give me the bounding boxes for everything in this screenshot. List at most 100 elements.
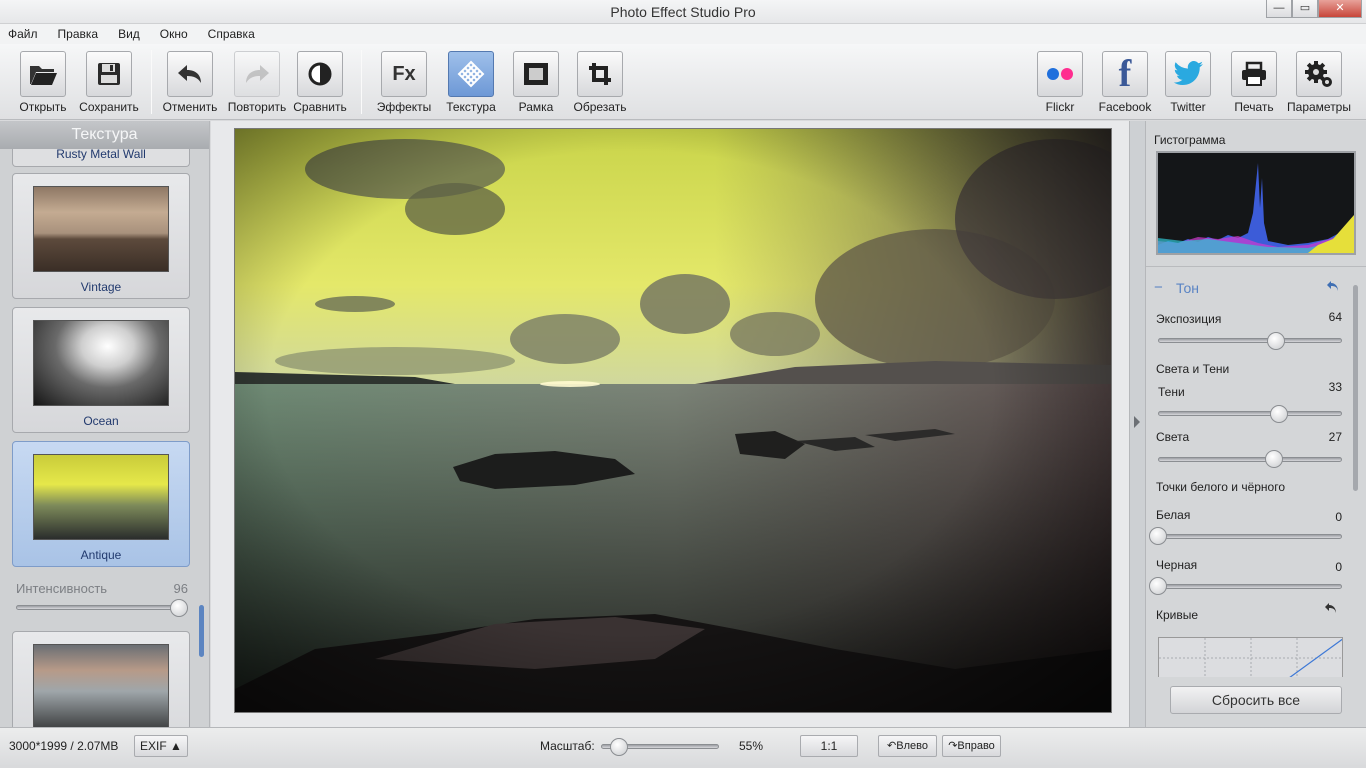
undo-arrow-icon (167, 51, 213, 97)
effects-button[interactable]: Fx Эффекты (369, 51, 439, 114)
texture-item-vintage[interactable]: Vintage (12, 173, 190, 299)
menu-view[interactable]: Вид (118, 27, 140, 41)
zoom-value: 55% (739, 739, 764, 753)
texture-item-label: Antique (80, 548, 122, 562)
highlights-label: Света (1156, 430, 1190, 444)
texture-item-label: Vintage (80, 280, 122, 294)
facebook-icon: f (1102, 51, 1148, 97)
intensity-value: 96 (173, 581, 188, 596)
texture-list[interactable]: Rusty Metal Wall Vintage Ocean Antique И… (0, 149, 209, 727)
undo-label: Отменить (162, 100, 218, 114)
highlights-slider-track[interactable] (1158, 457, 1342, 462)
redo-label: Повторить (227, 100, 287, 114)
intensity-label: Интенсивность (16, 581, 108, 596)
shadows-slider-track[interactable] (1158, 411, 1342, 416)
facebook-button[interactable]: f Facebook (1090, 51, 1160, 114)
menu-help[interactable]: Справка (208, 27, 255, 41)
exposure-slider-knob[interactable] (1266, 332, 1285, 350)
twitter-button[interactable]: Twitter (1153, 51, 1223, 114)
save-button[interactable]: Сохранить (74, 51, 144, 114)
texture-list-scrollbar[interactable] (199, 605, 204, 657)
crop-icon (577, 51, 623, 97)
save-label: Сохранить (79, 100, 139, 114)
flickr-button[interactable]: Flickr (1025, 51, 1095, 114)
twitter-bird-icon (1165, 51, 1211, 97)
open-button[interactable]: Открыть (8, 51, 78, 114)
rotate-right-button[interactable]: ↷Вправо (942, 735, 1001, 757)
black-point-slider-knob[interactable] (1149, 577, 1167, 595)
white-black-points-title: Точки белого и чёрного (1156, 480, 1286, 494)
settings-button[interactable]: Параметры (1284, 51, 1354, 114)
texture-item-rusty-metal-wall[interactable]: Rusty Metal Wall (12, 149, 190, 167)
exposure-slider-track[interactable] (1158, 338, 1342, 343)
settings-label: Параметры (1287, 100, 1351, 114)
shadows-slider-knob[interactable] (1270, 405, 1289, 423)
black-point-label: Черная (1156, 558, 1198, 572)
exposure-label: Экспозиция (1156, 312, 1222, 326)
redo-button[interactable]: Повторить (222, 51, 292, 114)
curves-graph[interactable] (1158, 637, 1343, 677)
crop-button[interactable]: Обрезать (565, 51, 635, 114)
texture-item-ocean[interactable]: Ocean (12, 307, 190, 433)
menu-edit[interactable]: Правка (58, 27, 99, 41)
texture-button[interactable]: Текстура (436, 51, 506, 114)
close-button[interactable]: ✕ (1318, 0, 1362, 18)
histogram (1156, 151, 1356, 255)
frame-icon (513, 51, 559, 97)
menu-window[interactable]: Окно (160, 27, 188, 41)
printer-icon (1231, 51, 1277, 97)
photo-preview[interactable] (234, 128, 1112, 713)
texture-panel-title: Текстура (0, 121, 209, 149)
maximize-button[interactable]: ▭ (1292, 0, 1318, 18)
highlights-slider-knob[interactable] (1264, 450, 1283, 468)
open-label: Открыть (19, 100, 67, 114)
adjustments-panel: Гистограмма − Тон Экспозиция 64 Света и … (1145, 121, 1366, 727)
tone-section-title[interactable]: Тон (1176, 280, 1199, 296)
menu-file[interactable]: Файл (8, 27, 38, 41)
texture-item-antique[interactable]: Antique (12, 441, 190, 567)
zoom-slider-knob[interactable] (610, 738, 629, 756)
intensity-slider-knob[interactable] (170, 599, 189, 617)
toolbar-separator (151, 50, 152, 114)
exif-button[interactable]: EXIF ▲ (134, 735, 188, 757)
adjustments-scrollbar[interactable] (1353, 285, 1358, 491)
ocean-thumbnail (33, 320, 169, 406)
texture-thumbnail (33, 644, 169, 727)
curves-reset-icon[interactable] (1324, 602, 1338, 616)
actual-size-button[interactable]: 1:1 (800, 735, 858, 757)
toolbar: Открыть Сохранить Отменить Повторить Сра… (0, 44, 1366, 120)
facebook-label: Facebook (1098, 100, 1152, 114)
print-button[interactable]: Печать (1219, 51, 1289, 114)
frame-label: Рамка (518, 100, 554, 114)
right-panel-collapse-strip[interactable] (1129, 121, 1145, 727)
undo-icon[interactable] (1326, 280, 1340, 294)
compare-icon (297, 51, 343, 97)
divider (1146, 266, 1366, 267)
minimize-button[interactable]: — (1266, 0, 1292, 18)
intensity-slider-track[interactable] (16, 605, 186, 610)
frame-button[interactable]: Рамка (501, 51, 571, 114)
flickr-icon (1037, 51, 1083, 97)
texture-label: Текстура (446, 100, 496, 114)
chevron-right-icon[interactable] (1132, 415, 1142, 429)
zoom-label: Масштаб: (540, 739, 595, 753)
shadows-highlights-title: Света и Тени (1156, 362, 1230, 376)
rotate-left-button[interactable]: ↶Влево (878, 735, 937, 757)
rotate-right-label: Вправо (957, 740, 995, 752)
toolbar-separator (361, 50, 362, 114)
white-point-slider-track[interactable] (1158, 534, 1342, 539)
rotate-left-icon: ↶ (887, 740, 897, 752)
black-point-slider-track[interactable] (1158, 584, 1342, 589)
white-point-slider-knob[interactable] (1149, 527, 1167, 545)
compare-button[interactable]: Сравнить (285, 51, 355, 114)
canvas-area (211, 121, 1129, 727)
folder-icon (20, 51, 66, 97)
crop-label: Обрезать (573, 100, 627, 114)
reset-all-button[interactable]: Сбросить все (1170, 686, 1342, 714)
undo-button[interactable]: Отменить (155, 51, 225, 114)
gear-icon (1296, 51, 1342, 97)
texture-item-4[interactable] (12, 631, 190, 727)
tone-collapse-icon[interactable]: − (1154, 279, 1163, 296)
white-point-label: Белая (1156, 508, 1191, 522)
twitter-label: Twitter (1170, 100, 1206, 114)
